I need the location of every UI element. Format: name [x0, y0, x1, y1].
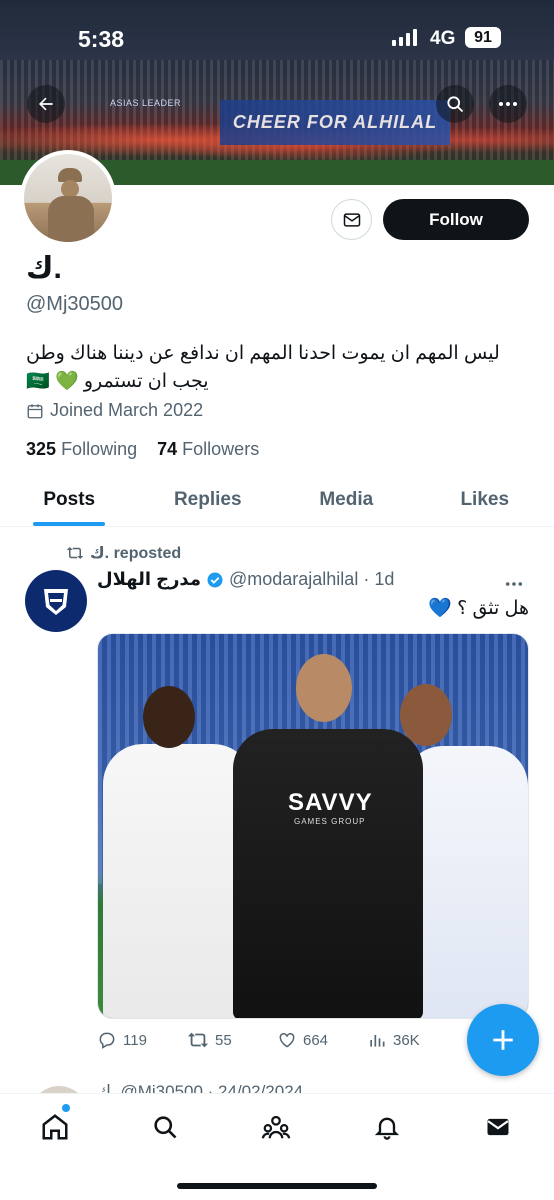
post-time: 1d [374, 569, 395, 589]
bar-chart-icon [370, 1035, 385, 1047]
compose-button[interactable] [467, 1004, 539, 1076]
repost-icon [66, 547, 84, 559]
nav-communities[interactable] [259, 1110, 293, 1144]
post-header: مدرج الهلال @modarajalhilal · 1d [97, 569, 394, 590]
post-actions: 119 55 664 36K [97, 1030, 497, 1050]
post-author-name[interactable]: مدرج الهلال [97, 569, 201, 590]
following-link[interactable]: 325 Following [26, 439, 137, 459]
bio-line-2: يجب ان تستمرو 💚 🇸🇦 [26, 371, 209, 392]
banner-tifo: CHEER FOR ALHILAL [220, 100, 450, 145]
message-button[interactable] [331, 199, 372, 240]
post-separator: · [363, 569, 370, 589]
status-bar: 5:38 4G 91 [0, 0, 554, 70]
nav-search[interactable] [148, 1110, 182, 1144]
home-indicator [177, 1183, 377, 1189]
reply-button[interactable]: 119 [97, 1030, 187, 1050]
follow-stats: 325 Following 74 Followers [26, 439, 259, 460]
arrow-left-icon [39, 97, 53, 111]
plus-icon [493, 1030, 513, 1050]
repost-text: ك. reposted [90, 545, 182, 562]
follow-button[interactable]: Follow [383, 199, 529, 240]
player-center [233, 729, 423, 1018]
back-button[interactable] [27, 85, 65, 123]
calendar-icon [27, 403, 43, 418]
followers-link[interactable]: 74 Followers [157, 439, 259, 459]
people-icon [261, 1115, 291, 1139]
views-button[interactable]: 36K [367, 1030, 457, 1050]
player-left [103, 744, 253, 1018]
joined-text: Joined March 2022 [50, 400, 204, 420]
post-author-handle[interactable]: @modarajalhilal [229, 569, 358, 590]
home-icon [42, 1114, 68, 1140]
tab-posts[interactable]: Posts [0, 473, 139, 526]
status-time: 5:38 [78, 26, 125, 52]
network-type: 4G [430, 28, 456, 49]
repost-icon [187, 1032, 209, 1048]
jersey-sponsor: SAVVY [288, 789, 373, 816]
search-button[interactable] [436, 85, 474, 123]
search-icon [154, 1116, 177, 1139]
more-icon [499, 102, 517, 106]
tab-replies[interactable]: Replies [139, 473, 278, 526]
post-text: هل تثق ؟ 💙 [428, 598, 529, 619]
bell-icon [374, 1117, 400, 1140]
club-logo-icon [44, 589, 68, 615]
signal-icon [392, 28, 417, 46]
nav-notifications[interactable] [370, 1110, 404, 1144]
more-button[interactable] [489, 85, 527, 123]
user-handle: @Mj30500 [26, 293, 124, 315]
search-icon [447, 96, 464, 113]
banner-caption: ASIAS LEADER [110, 98, 182, 108]
like-button[interactable]: 664 [277, 1030, 367, 1050]
envelope-icon [487, 1118, 509, 1136]
notification-dot [62, 1104, 70, 1112]
nav-home[interactable] [38, 1110, 72, 1144]
repost-button[interactable]: 55 [187, 1030, 277, 1050]
display-name: ك. [26, 252, 62, 285]
post-media-image[interactable]: SAVVY GAMES GROUP [97, 633, 529, 1019]
tab-likes[interactable]: Likes [416, 473, 554, 526]
battery-icon: 91 [465, 27, 501, 48]
verified-badge-icon [207, 572, 223, 587]
profile-bio: ليس المهم ان يموت احدنا المهم ان ندافع ع… [26, 340, 516, 396]
profile-avatar[interactable] [20, 150, 116, 246]
jersey-sponsor-sub: GAMES GROUP [294, 817, 366, 826]
nav-messages[interactable] [481, 1110, 515, 1144]
envelope-icon [343, 212, 360, 227]
more-icon [505, 582, 523, 586]
joined-date: Joined March 2022 [26, 400, 203, 421]
reply-icon [99, 1032, 115, 1049]
repost-indicator: ك. reposted [66, 543, 181, 563]
bio-line-1: ليس المهم ان يموت احدنا المهم ان ندافع ع… [26, 343, 500, 364]
profile-tabs: Posts Replies Media Likes [0, 473, 554, 527]
post-author-avatar[interactable] [25, 570, 87, 632]
post-more-button[interactable] [505, 570, 523, 593]
heart-icon [279, 1032, 295, 1048]
tab-media[interactable]: Media [277, 473, 416, 526]
